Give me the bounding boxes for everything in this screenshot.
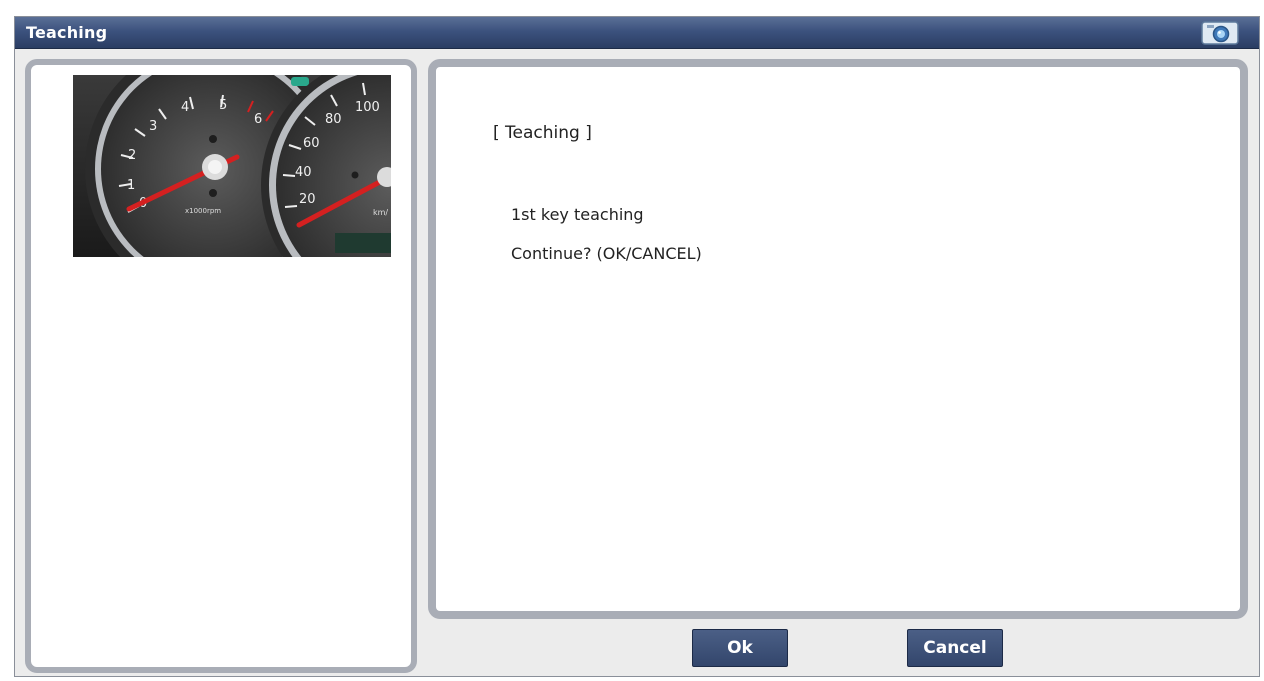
image-panel: 0 1 2 3 4 5 6 x1000rpm bbox=[25, 59, 417, 673]
window-title: Teaching bbox=[26, 23, 108, 42]
camera-icon[interactable] bbox=[1201, 21, 1239, 45]
speedo-tick-label: 20 bbox=[299, 192, 316, 207]
tach-tick-label: 2 bbox=[128, 148, 136, 163]
ok-button[interactable]: Ok bbox=[692, 629, 788, 667]
speedo-tick-label: 60 bbox=[303, 136, 320, 151]
message-line-1: 1st key teaching bbox=[511, 205, 644, 224]
tach-tick-label: 5 bbox=[219, 98, 227, 113]
tach-tick-label: 1 bbox=[127, 178, 135, 193]
speedo-tick-label: 40 bbox=[295, 165, 312, 180]
cancel-button[interactable]: Cancel bbox=[907, 629, 1003, 667]
tach-unit-label: x1000rpm bbox=[185, 207, 221, 215]
instrument-cluster-image: 0 1 2 3 4 5 6 x1000rpm bbox=[73, 75, 391, 257]
speedo-unit-label: km/ bbox=[373, 208, 388, 217]
speedo-tick-label: 80 bbox=[325, 112, 342, 127]
tach-tick-label: 3 bbox=[149, 119, 157, 134]
speedo-tick-label: 100 bbox=[355, 100, 380, 115]
tach-tick-label: 4 bbox=[181, 100, 189, 115]
title-bar: Teaching bbox=[15, 17, 1259, 49]
tach-tick-label: 6 bbox=[254, 112, 262, 127]
message-title: [ Teaching ] bbox=[493, 123, 592, 143]
teaching-dialog: Teaching 1 2 3 4 5 6 x1000rpm 20 40 60 8… bbox=[14, 16, 1260, 677]
message-panel: [ Teaching ] 1st key teaching Continue? … bbox=[428, 59, 1248, 619]
message-line-2: Continue? (OK/CANCEL) bbox=[511, 244, 702, 263]
